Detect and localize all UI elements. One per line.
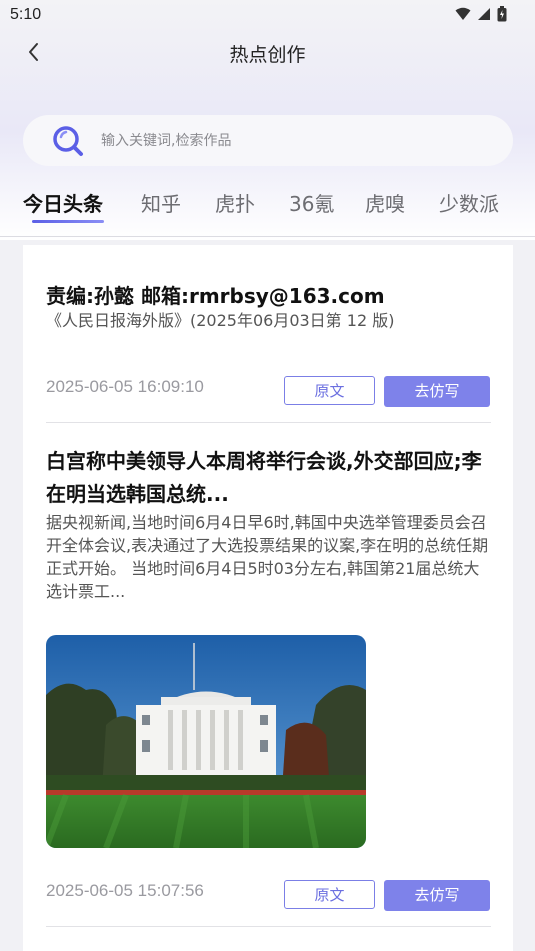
tab-toutiao[interactable]: 今日头条 <box>23 188 103 217</box>
tab-sspai[interactable]: 少数派 <box>439 188 499 217</box>
divider <box>46 926 491 927</box>
tabs-divider <box>0 236 535 237</box>
cellular-signal-icon <box>478 8 490 20</box>
tab-zhihu[interactable]: 知乎 <box>141 188 181 217</box>
wifi-icon <box>455 7 471 20</box>
category-tabs: 今日头条 知乎 虎扑 36氪 虎嗅 少数派 <box>0 178 535 236</box>
original-button[interactable]: 原文 <box>284 376 375 405</box>
imitate-button[interactable]: 去仿写 <box>384 880 490 911</box>
tab-huxiu[interactable]: 虎嗅 <box>365 188 405 217</box>
article-item[interactable]: 责编:孙懿 邮箱:rmrbsy@163.com 《人民日报海外版》(2025年0… <box>46 280 491 332</box>
search-bar[interactable] <box>23 115 513 166</box>
white-house-photo <box>46 635 366 848</box>
search-input[interactable] <box>99 128 483 154</box>
article-item[interactable]: 白宫称中美领导人本周将举行会谈,外交部回应;李在明当选韩国总统... 据央视新闻… <box>46 445 491 603</box>
status-bar: 5:10 <box>0 0 535 30</box>
active-tab-indicator <box>32 220 104 223</box>
article-list: 责编:孙懿 邮箱:rmrbsy@163.com 《人民日报海外版》(2025年0… <box>23 245 513 951</box>
battery-icon <box>497 6 507 22</box>
article-title: 白宫称中美领导人本周将举行会谈,外交部回应;李在明当选韩国总统... <box>46 449 482 506</box>
tab-hupu[interactable]: 虎扑 <box>215 188 255 217</box>
article-image[interactable] <box>46 635 366 848</box>
search-icon <box>53 126 83 156</box>
article-summary: 《人民日报海外版》(2025年06月03日第 12 版) <box>46 311 395 330</box>
imitate-button[interactable]: 去仿写 <box>384 376 490 407</box>
article-summary: 据央视新闻,当地时间6月4日早6时,韩国中央选举管理委员会召开全体会议,表决通过… <box>46 513 489 601</box>
status-icons <box>455 6 507 22</box>
original-button[interactable]: 原文 <box>284 880 375 909</box>
page-title: 热点创作 <box>229 44 306 66</box>
app-header: 热点创作 <box>0 30 535 76</box>
article-date: 2025-06-05 15:07:56 <box>46 881 204 900</box>
tab-36kr[interactable]: 36氪 <box>289 188 334 217</box>
article-date: 2025-06-05 16:09:10 <box>46 377 204 396</box>
divider <box>46 422 491 423</box>
status-time: 5:10 <box>10 6 42 23</box>
